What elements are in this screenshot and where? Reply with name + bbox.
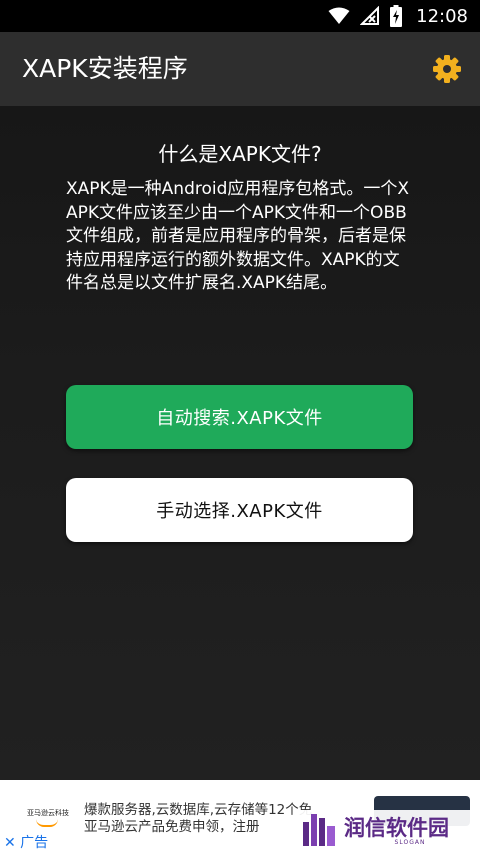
manual-select-label: 手动选择.XAPK文件 bbox=[156, 501, 323, 522]
app-title: XAPK安装程序 bbox=[22, 54, 188, 83]
watermark-logo-icon bbox=[303, 814, 335, 846]
info-description: XAPK是一种Android应用程序包格式。一个XAPK文件应该至少由一个APK… bbox=[66, 179, 410, 293]
ad-close-button[interactable]: ✕ 广告 bbox=[4, 832, 48, 852]
battery-charging-icon bbox=[390, 5, 403, 27]
app-bar: XAPK安装程序 bbox=[0, 32, 480, 106]
gear-icon bbox=[433, 55, 461, 83]
ad-logo-text: 亚马逊云科技 bbox=[27, 809, 69, 817]
status-time: 12:08 bbox=[416, 5, 468, 27]
ad-logo-smile-icon bbox=[36, 819, 58, 827]
auto-search-button[interactable]: 自动搜索.XAPK文件 bbox=[66, 385, 413, 449]
signal-off-icon bbox=[360, 6, 380, 25]
auto-search-label: 自动搜索.XAPK文件 bbox=[156, 408, 323, 429]
watermark: 润信软件园 SLOGAN bbox=[296, 810, 480, 853]
watermark-text: 润信软件园 bbox=[344, 816, 449, 840]
status-icons: 12:08 bbox=[328, 0, 468, 32]
ad-text-line2[interactable]: 亚马逊云产品免费申领，注册 bbox=[84, 815, 260, 835]
app-screen: 12:08 XAPK安装程序 什么是XAPK文件? XAPK是一种Android… bbox=[0, 0, 480, 853]
info-heading: 什么是XAPK文件? bbox=[158, 142, 322, 166]
ad-logo: 亚马逊云科技 bbox=[18, 804, 78, 828]
status-bar: 12:08 bbox=[0, 0, 480, 32]
settings-button[interactable] bbox=[432, 54, 462, 84]
manual-select-button[interactable]: 手动选择.XAPK文件 bbox=[66, 478, 413, 542]
watermark-slogan: SLOGAN bbox=[394, 839, 426, 846]
wifi-icon bbox=[328, 7, 350, 24]
